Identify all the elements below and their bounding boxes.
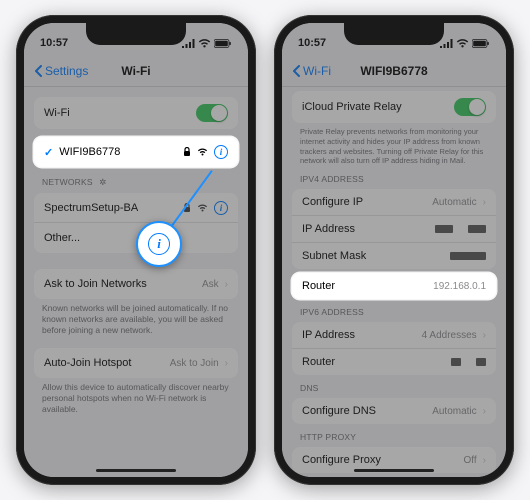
proxy-label: Configure Proxy	[302, 454, 381, 466]
home-indicator	[96, 469, 176, 472]
relay-toggle[interactable]	[454, 98, 486, 116]
network-name: SpectrumSetup-BA	[44, 202, 138, 214]
wifi-signal-icon	[197, 204, 208, 212]
connected-ssid: WIFI9B6778	[59, 146, 120, 158]
subnet-mask-row: Subnet Mask	[292, 243, 496, 269]
status-time: 10:57	[298, 37, 326, 49]
info-icon[interactable]: i	[214, 145, 228, 159]
nav-title: Wi-Fi	[121, 64, 150, 78]
dns-header: DNS	[282, 375, 506, 396]
hotspot-value: Ask to Join	[170, 358, 219, 369]
wifi-icon	[456, 39, 469, 48]
proxy-value: Off	[464, 455, 477, 466]
configure-ip-label: Configure IP	[302, 196, 363, 208]
configure-dns-row[interactable]: Configure DNS Automatic ›	[292, 398, 496, 424]
home-indicator	[354, 469, 434, 472]
ip-value-obscured	[435, 224, 486, 235]
chevron-right-icon: ›	[483, 406, 486, 417]
status-indicators	[440, 39, 490, 48]
ipv6-ip-value: 4 Addresses	[422, 330, 477, 341]
wifi-label: Wi-Fi	[44, 107, 70, 119]
cellular-icon	[182, 39, 195, 48]
private-relay-row: iCloud Private Relay	[292, 91, 496, 123]
callout-circle: i	[136, 221, 182, 267]
wifi-toggle-row: Wi-Fi	[34, 97, 238, 129]
router-label: Router	[302, 280, 335, 292]
nav-bar: Wi-Fi WIFI9B6778	[282, 55, 506, 87]
ip-label: IP Address	[302, 223, 355, 235]
info-icon-large: i	[148, 233, 170, 255]
hotspot-label: Auto-Join Hotspot	[44, 357, 131, 369]
phone-right: 10:57 Wi-Fi WIFI9B6778 iCloud Private Re…	[274, 15, 514, 485]
status-indicators	[182, 39, 232, 48]
relay-footer: Private Relay prevents networks from mon…	[282, 123, 506, 166]
subnet-label: Subnet Mask	[302, 250, 366, 262]
ipv6-router-value-obscured	[451, 357, 486, 368]
router-value: 192.168.0.1	[433, 281, 486, 292]
nav-title: WIFI9B6778	[360, 64, 427, 78]
ask-to-join-row[interactable]: Ask to Join Networks Ask ›	[34, 269, 238, 299]
auto-join-hotspot-row[interactable]: Auto-Join Hotspot Ask to Join ›	[34, 348, 238, 378]
spinner-icon: ✲	[99, 177, 106, 187]
dns-label: Configure DNS	[302, 405, 376, 417]
configure-ip-value: Automatic	[432, 197, 476, 208]
hotspot-footer: Allow this device to automatically disco…	[24, 378, 248, 415]
nav-bar: Settings Wi-Fi	[24, 55, 248, 87]
battery-icon	[214, 39, 232, 48]
cellular-icon	[440, 39, 453, 48]
networks-header: NETWORKS ✲	[24, 167, 248, 191]
ipv6-ip-row[interactable]: IP Address 4 Addresses ›	[292, 322, 496, 349]
notch	[344, 23, 444, 45]
lock-icon	[183, 147, 191, 157]
subnet-value-obscured	[450, 252, 486, 260]
chevron-right-icon: ›	[483, 330, 486, 341]
relay-label: iCloud Private Relay	[302, 101, 402, 113]
chevron-right-icon: ›	[483, 197, 486, 208]
network-row[interactable]: SpectrumSetup-BA i	[34, 193, 238, 223]
checkmark-icon: ✓	[44, 146, 53, 159]
chevron-right-icon: ›	[483, 455, 486, 466]
phone-left: 10:57 Settings Wi-Fi Wi-Fi	[16, 15, 256, 485]
chevron-right-icon: ›	[225, 279, 228, 290]
ipv6-ip-label: IP Address	[302, 329, 355, 341]
status-time: 10:57	[40, 37, 68, 49]
info-icon[interactable]: i	[214, 201, 228, 215]
chevron-left-icon	[34, 65, 43, 77]
wifi-icon	[198, 39, 211, 48]
connected-network-row[interactable]: ✓ WIFI9B6778 i	[34, 137, 238, 167]
back-button[interactable]: Wi-Fi	[292, 64, 331, 78]
wifi-signal-icon	[197, 148, 208, 156]
back-label: Wi-Fi	[303, 64, 331, 78]
ipv6-router-row: Router	[292, 349, 496, 375]
notch	[86, 23, 186, 45]
battery-icon	[472, 39, 490, 48]
ipv6-header: IPV6 ADDRESS	[282, 299, 506, 320]
wifi-toggle[interactable]	[196, 104, 228, 122]
back-label: Settings	[45, 64, 88, 78]
proxy-header: HTTP PROXY	[282, 424, 506, 445]
ipv4-header: IPV4 ADDRESS	[282, 166, 506, 187]
router-row: Router 192.168.0.1	[292, 273, 496, 299]
ask-value: Ask	[202, 279, 219, 290]
chevron-left-icon	[292, 65, 301, 77]
back-button[interactable]: Settings	[34, 64, 88, 78]
ipv6-router-label: Router	[302, 356, 335, 368]
dns-value: Automatic	[432, 406, 476, 417]
other-label: Other...	[44, 232, 80, 244]
chevron-right-icon: ›	[225, 358, 228, 369]
configure-ip-row[interactable]: Configure IP Automatic ›	[292, 189, 496, 216]
ask-footer: Known networks will be joined automatica…	[24, 299, 248, 336]
ip-address-row: IP Address	[292, 216, 496, 243]
ask-label: Ask to Join Networks	[44, 278, 147, 290]
